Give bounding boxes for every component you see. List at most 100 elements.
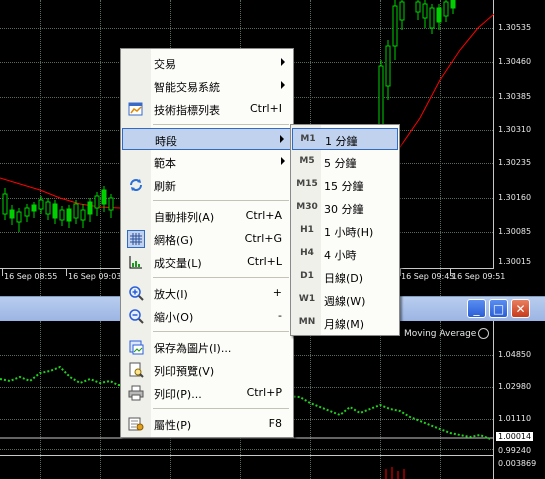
timeframe-label: 5 分鐘 xyxy=(324,157,357,170)
price-label: 1.02980 xyxy=(498,382,532,391)
timeframe-code: H1 xyxy=(300,225,314,235)
menu-item-trade[interactable]: 交易 xyxy=(122,52,292,74)
timeframe-m15[interactable]: M15 15 分鐘 xyxy=(292,174,398,196)
timeframe-label: 1 小時(H) xyxy=(324,226,374,239)
time-tick xyxy=(66,268,67,276)
time-label: 16 Sep 08:55 xyxy=(4,272,58,281)
timeframe-submenu: M1 1 分鐘 M5 5 分鐘 M15 15 分鐘 M30 30 分鐘 H1 1… xyxy=(290,124,400,336)
timeframe-label: 月線(M) xyxy=(324,318,365,331)
timeframe-mn[interactable]: MN 月線(M) xyxy=(292,312,398,334)
price-label: 0.99240 xyxy=(498,446,532,455)
submenu-arrow-icon xyxy=(281,157,285,165)
price-label: 1.30160 xyxy=(498,193,532,202)
timeframe-label: 日線(D) xyxy=(324,272,364,285)
refresh-icon xyxy=(130,179,142,191)
menu-item-auto-arrange[interactable]: 自動排列(A) Ctrl+A xyxy=(122,205,292,227)
timeframe-code: MN xyxy=(298,317,316,327)
price-label: 0.003869 xyxy=(498,459,537,468)
menu-shortcut: Ctrl+P xyxy=(246,386,282,399)
timeframe-code: H4 xyxy=(300,248,314,258)
minimize-button[interactable]: _ xyxy=(467,299,486,318)
menu-item-templates[interactable]: 範本 xyxy=(122,151,292,173)
menu-item-expert-advisors[interactable]: 智能交易系統 xyxy=(122,75,292,97)
timeframe-code: M1 xyxy=(300,134,316,144)
menu-item-label: 自動排列(A) xyxy=(154,211,215,224)
timeframe-label: 15 分鐘 xyxy=(324,180,364,193)
menu-shortcut: Ctrl+A xyxy=(245,209,282,222)
menu-item-print-preview[interactable]: 列印預覽(V) xyxy=(122,359,292,381)
timeframe-h1[interactable]: H1 1 小時(H) xyxy=(292,220,398,242)
price-label: 1.30460 xyxy=(498,57,532,66)
menu-shortcut: Ctrl+G xyxy=(244,232,282,245)
menu-item-volumes[interactable]: 成交量(L) Ctrl+L xyxy=(122,251,292,273)
price-label: 1.30235 xyxy=(498,158,532,167)
timeframe-code: W1 xyxy=(298,294,316,304)
menu-item-label: 保存為圖片(I)... xyxy=(154,342,232,355)
menu-item-label: 放大(I) xyxy=(154,288,188,301)
price-label: 1.30085 xyxy=(498,227,532,236)
menu-item-print[interactable]: 列印(P)... Ctrl+P xyxy=(122,382,292,404)
menu-item-label: 交易 xyxy=(154,58,176,71)
timeframe-code: M30 xyxy=(296,202,318,212)
timeframe-m5[interactable]: M5 5 分鐘 xyxy=(292,151,398,173)
maximize-button[interactable]: □ xyxy=(489,299,508,318)
menu-item-indicators-list[interactable]: 技術指標列表 Ctrl+I xyxy=(122,98,292,120)
menu-shortcut: + xyxy=(272,286,282,299)
menu-separator xyxy=(153,124,289,125)
menu-item-label: 刷新 xyxy=(154,180,176,193)
submenu-arrow-icon xyxy=(281,58,285,66)
submenu-arrow-icon xyxy=(280,135,284,143)
price-label: 1.01110 xyxy=(498,414,532,423)
timeframe-code: D1 xyxy=(300,271,314,281)
menu-item-refresh[interactable]: 刷新 xyxy=(122,174,292,196)
candles-left xyxy=(2,186,114,232)
price-label: 1.30015 xyxy=(498,257,532,266)
time-label: 16 Sep 09:51 xyxy=(452,272,506,281)
menu-item-label: 智能交易系統 xyxy=(154,81,220,94)
menu-separator xyxy=(153,200,289,201)
menu-shortcut: - xyxy=(278,309,282,322)
timeframe-m30[interactable]: M30 30 分鐘 xyxy=(292,197,398,219)
menu-item-label: 列印預覽(V) xyxy=(154,365,215,378)
menu-separator xyxy=(153,408,289,409)
timeframe-code: M15 xyxy=(296,179,318,189)
timeframe-h4[interactable]: H4 4 小時 xyxy=(292,243,398,265)
menu-item-label: 網格(G) xyxy=(154,234,194,247)
menu-item-label: 技術指標列表 xyxy=(154,104,220,117)
menu-separator xyxy=(153,331,289,332)
timeframe-label: 30 分鐘 xyxy=(324,203,364,216)
submenu-arrow-icon xyxy=(281,81,285,89)
volume-icon xyxy=(129,256,142,269)
timeframe-label: 週線(W) xyxy=(324,295,366,308)
time-label: 16 Sep 09:03 xyxy=(68,272,122,281)
price-label: 1.30535 xyxy=(498,23,532,32)
timeframe-d1[interactable]: D1 日線(D) xyxy=(292,266,398,288)
timeframe-w1[interactable]: W1 週線(W) xyxy=(292,289,398,311)
print-icon xyxy=(128,385,144,401)
current-price-label: 1.00014 xyxy=(496,432,534,441)
timeframe-m1[interactable]: M1 1 分鐘 xyxy=(292,128,398,150)
menu-item-label: 縮小(O) xyxy=(154,311,194,324)
menu-item-grid[interactable]: 網格(G) Ctrl+G xyxy=(122,228,292,250)
menu-item-save-as-picture[interactable]: 保存為圖片(I)... xyxy=(122,336,292,358)
menu-item-zoom-out[interactable]: 縮小(O) - xyxy=(122,305,292,327)
close-button[interactable]: ✕ xyxy=(511,299,530,318)
menu-item-timeframes[interactable]: 時段 xyxy=(122,128,292,150)
timeframe-label: 1 分鐘 xyxy=(325,135,358,148)
zoom-out-icon xyxy=(129,309,144,324)
menu-item-properties[interactable]: 屬性(P) F8 xyxy=(122,413,292,435)
moving-average-line xyxy=(397,13,494,151)
menu-item-label: 列印(P)... xyxy=(154,388,202,401)
time-tick xyxy=(2,268,3,276)
menu-item-label: 範本 xyxy=(154,157,176,170)
menu-item-zoom-in[interactable]: 放大(I) + xyxy=(122,282,292,304)
menu-item-label: 成交量(L) xyxy=(154,257,202,270)
volume-bars-red xyxy=(385,467,405,479)
save-picture-icon xyxy=(129,340,144,355)
menu-shortcut: Ctrl+I xyxy=(249,102,282,115)
menu-separator xyxy=(153,277,289,278)
indicator-list-icon xyxy=(128,102,143,116)
timeframe-code: M5 xyxy=(299,156,315,166)
menu-shortcut: F8 xyxy=(268,417,282,430)
menu-item-label: 時段 xyxy=(155,135,177,148)
